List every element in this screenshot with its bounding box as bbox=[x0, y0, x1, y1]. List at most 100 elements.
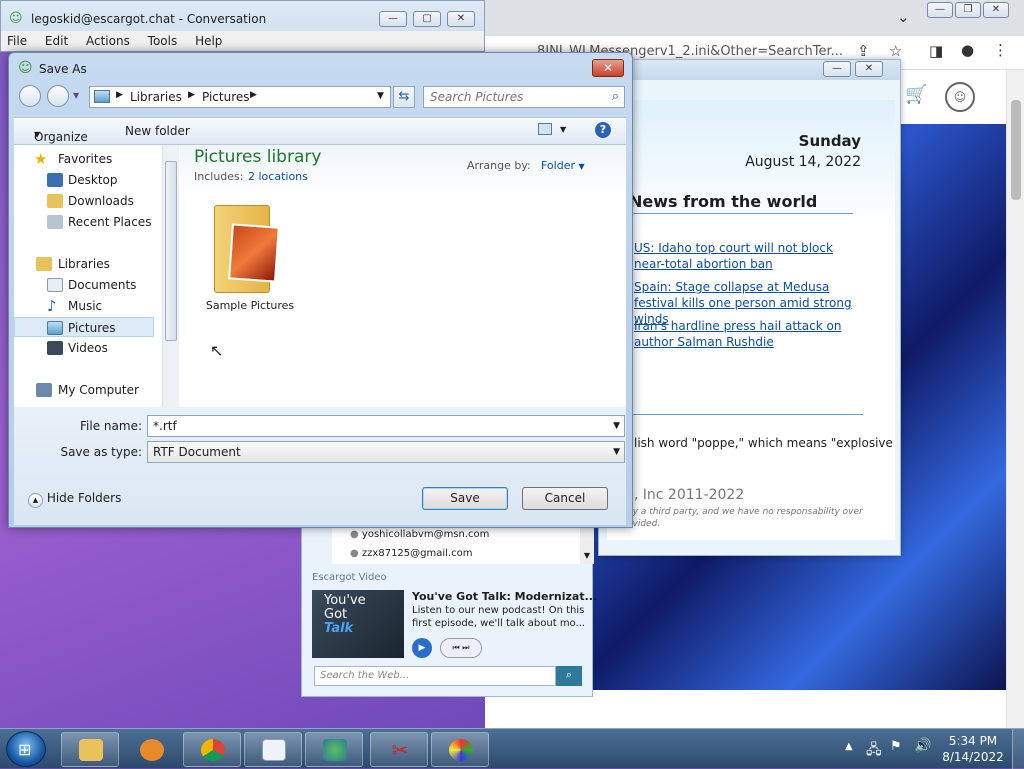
nav-favorites[interactable]: ★ Favorites bbox=[14, 149, 154, 169]
nav-music[interactable]: ♪ Music bbox=[14, 296, 154, 316]
back-button[interactable] bbox=[19, 85, 41, 107]
file-name-dropdown-icon[interactable]: ▼ bbox=[613, 416, 620, 436]
forward-button[interactable] bbox=[47, 85, 69, 107]
hide-folders-button[interactable]: ▲ Hide Folders bbox=[28, 491, 121, 508]
browser-close-button[interactable]: ✕ bbox=[983, 2, 1009, 18]
news-window: — ✕ Sunday August 14, 2022 News from the… bbox=[598, 59, 901, 556]
browser-minimize-button[interactable]: — bbox=[927, 2, 953, 18]
clock[interactable]: 5:34 PM 8/14/2022 bbox=[938, 733, 1008, 765]
save-form: File name: *.rtf ▼ Save as type: RTF Doc… bbox=[14, 407, 626, 525]
browser-restore-button[interactable]: ❐ bbox=[955, 2, 981, 18]
bookmark-star-icon[interactable]: ☆ bbox=[889, 42, 902, 60]
taskbar-snipping-tool[interactable]: ✂ bbox=[370, 732, 428, 767]
conv-maximize-button[interactable]: ▢ bbox=[413, 11, 441, 27]
taskbar-messenger[interactable] bbox=[305, 732, 363, 767]
address-dropdown-icon[interactable]: ▼ bbox=[377, 91, 384, 101]
cancel-button[interactable]: Cancel bbox=[522, 487, 608, 510]
web-search-icon[interactable]: ⌕ bbox=[556, 666, 582, 686]
chevron-up-icon: ▲ bbox=[28, 493, 43, 508]
help-icon[interactable]: ? bbox=[595, 122, 611, 138]
sidepanel-icon[interactable]: ◨ bbox=[929, 42, 943, 60]
web-search-input[interactable]: Search the Web... bbox=[314, 666, 556, 686]
nav-videos[interactable]: Videos bbox=[14, 338, 154, 358]
contact-scrollbar[interactable]: ▼ bbox=[580, 526, 594, 564]
taskbar-explorer[interactable] bbox=[61, 732, 119, 767]
volume-icon[interactable]: 🔊 bbox=[914, 738, 931, 754]
browser-menu-icon[interactable]: ⋮ bbox=[993, 41, 1008, 59]
share-icon[interactable]: ⇪ bbox=[857, 42, 870, 60]
news-close-button[interactable]: ✕ bbox=[855, 61, 883, 77]
save-type-select[interactable]: RTF Document ▼ bbox=[147, 441, 625, 463]
tab-search-icon[interactable]: ⌄ bbox=[897, 8, 910, 26]
breadcrumb-pictures[interactable]: Pictures bbox=[202, 90, 250, 104]
save-type-dropdown-icon[interactable]: ▼ bbox=[613, 442, 620, 462]
nav-pictures[interactable]: Pictures bbox=[14, 317, 154, 337]
menu-help[interactable]: Help bbox=[195, 31, 222, 51]
view-dropdown-icon[interactable]: ▼ bbox=[560, 125, 566, 134]
menu-tools[interactable]: Tools bbox=[148, 31, 178, 51]
breadcrumb-libraries[interactable]: Libraries bbox=[130, 90, 182, 104]
news-minimize-button[interactable]: — bbox=[823, 61, 851, 77]
breadcrumb-chevron-icon[interactable]: ▶ bbox=[250, 90, 257, 100]
video-thumbnail[interactable]: You've Got Talk bbox=[312, 590, 404, 658]
breadcrumb-chevron-icon[interactable]: ▶ bbox=[116, 90, 123, 100]
nav-downloads[interactable]: Downloads bbox=[14, 191, 154, 211]
show-desktop-button[interactable] bbox=[1012, 729, 1024, 769]
file-name-input[interactable]: *.rtf ▼ bbox=[147, 415, 625, 437]
start-button[interactable]: ⊞ bbox=[6, 731, 46, 767]
cart-icon[interactable]: 🛒 bbox=[905, 84, 927, 105]
contact-item[interactable]: ● yoshicollabvm@msn.com bbox=[350, 529, 489, 540]
search-box[interactable]: ⌕ bbox=[423, 86, 625, 108]
arrange-by-dropdown[interactable]: Folder ▼ bbox=[541, 159, 585, 172]
news-item[interactable]: Iran's hardline press hail attack on aut… bbox=[634, 318, 858, 350]
skip-controls-icon[interactable]: ⏮ ⏭ bbox=[440, 638, 482, 658]
taskbar-chrome[interactable] bbox=[183, 732, 241, 767]
address-bar[interactable]: ▶ Libraries ▶ Pictures ▶ ▼ bbox=[89, 86, 391, 108]
nav-desktop[interactable]: Desktop bbox=[14, 170, 154, 190]
menu-file[interactable]: File bbox=[7, 31, 27, 51]
new-folder-button[interactable]: New folder bbox=[125, 124, 190, 138]
nav-recent-places[interactable]: Recent Places bbox=[14, 212, 154, 232]
search-icon[interactable]: ⌕ bbox=[612, 89, 619, 104]
nav-scrollbar[interactable] bbox=[162, 145, 179, 407]
nav-libraries[interactable]: Libraries bbox=[14, 254, 154, 274]
sample-pictures-folder[interactable]: Sample Pictures bbox=[200, 203, 300, 315]
network-icon[interactable]: 🖧 bbox=[866, 739, 882, 763]
nav-my-computer[interactable]: My Computer bbox=[14, 380, 154, 400]
pictures-icon bbox=[47, 321, 63, 335]
save-as-dialog: ☺ Save As ✕ ▼ ▶ Libraries ▶ Pictures ▶ ▼… bbox=[8, 52, 633, 528]
news-divider bbox=[629, 414, 863, 415]
tray-expand-icon[interactable]: ▲ bbox=[845, 741, 853, 752]
news-item[interactable]: US: Idaho top court will not block near-… bbox=[634, 240, 858, 272]
dialog-close-button[interactable]: ✕ bbox=[592, 59, 624, 77]
taskbar-paint[interactable] bbox=[431, 732, 489, 767]
action-center-icon[interactable]: ⚑ bbox=[890, 739, 902, 754]
music-icon: ♪ bbox=[47, 297, 57, 315]
computer-icon bbox=[36, 383, 52, 397]
account-icon[interactable]: ☺ bbox=[945, 82, 975, 112]
windows-logo-icon: ⊞ bbox=[18, 740, 32, 759]
profile-icon[interactable]: ● bbox=[961, 41, 974, 59]
locations-link[interactable]: 2 locations bbox=[248, 170, 308, 183]
star-icon: ★ bbox=[34, 150, 48, 168]
video-title[interactable]: You've Got Talk: Modernizat... bbox=[412, 590, 597, 603]
menu-actions[interactable]: Actions bbox=[86, 31, 130, 51]
search-input[interactable] bbox=[430, 90, 600, 104]
view-icon[interactable] bbox=[538, 123, 552, 135]
browser-scrollbar[interactable] bbox=[1006, 70, 1024, 728]
desktop-icon bbox=[47, 173, 63, 187]
play-icon[interactable]: ▶ bbox=[412, 638, 432, 658]
conv-minimize-button[interactable]: — bbox=[379, 11, 407, 27]
conv-close-button[interactable]: ✕ bbox=[447, 11, 475, 27]
taskbar-media-player[interactable] bbox=[122, 732, 180, 767]
breadcrumb-chevron-icon[interactable]: ▶ bbox=[188, 90, 195, 100]
save-button[interactable]: Save bbox=[422, 487, 508, 510]
history-dropdown-icon[interactable]: ▼ bbox=[73, 91, 79, 100]
refresh-button[interactable]: ⇆ bbox=[393, 86, 415, 108]
file-name-label: File name: bbox=[80, 419, 142, 433]
folder-icon bbox=[79, 739, 103, 761]
nav-documents[interactable]: Documents bbox=[14, 275, 154, 295]
menu-edit[interactable]: Edit bbox=[45, 31, 68, 51]
taskbar-wordpad[interactable] bbox=[244, 732, 302, 767]
contact-item[interactable]: ● zzx87125@gmail.com bbox=[350, 548, 472, 559]
